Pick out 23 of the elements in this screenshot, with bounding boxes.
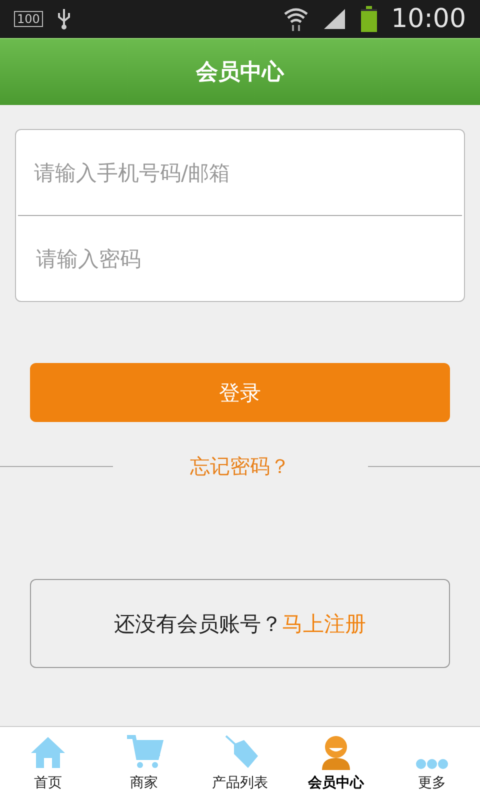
nav-tab[interactable]: 首页	[0, 727, 96, 800]
input-field[interactable]: 请输入手机号码/邮箱	[16, 130, 464, 215]
input-field[interactable]: 请输入密码	[18, 215, 462, 301]
nav-tab[interactable]: 会员中心	[288, 727, 384, 800]
nav-label: 商家	[130, 774, 158, 792]
nav-label: 会员中心	[308, 774, 364, 792]
cart-icon	[124, 734, 164, 770]
nav-label: 首页	[34, 774, 62, 792]
register-prompt: 还没有会员账号？	[114, 610, 282, 638]
nav-tab[interactable]: 产品列表	[192, 727, 288, 800]
text-input[interactable]: 请输入手机号码/邮箱	[34, 160, 446, 184]
nav-label: 更多	[418, 774, 446, 792]
battery-percent: 100	[14, 11, 43, 27]
nav-tab[interactable]: 商家	[96, 727, 192, 800]
page-title: 会员中心	[196, 58, 284, 87]
nav-label: 产品列表	[212, 774, 268, 792]
signal-icon	[323, 8, 348, 30]
text-input[interactable]: 请输入密码	[36, 246, 444, 270]
battery-icon	[361, 6, 378, 32]
nav-tab[interactable]: 更多	[384, 727, 480, 800]
clock: 10:00	[391, 4, 466, 34]
usb-icon	[56, 8, 71, 30]
wifi-icon	[283, 6, 310, 32]
